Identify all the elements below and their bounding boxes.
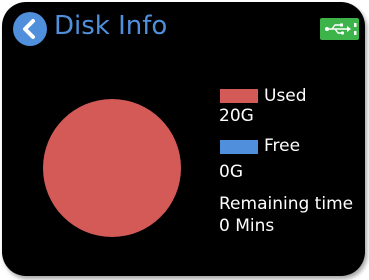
back-arrow-icon	[23, 19, 35, 39]
used-legend-label: Used	[264, 86, 307, 106]
remaining-time-label: Remaining time	[219, 194, 354, 214]
device-frame: Disk Info Used 20G Free 0G Remaining tim…	[0, 0, 369, 280]
free-value: 0G	[219, 162, 243, 182]
pie-slice-used	[43, 99, 181, 237]
disk-usage-pie-chart	[43, 99, 181, 237]
back-button[interactable]	[13, 12, 47, 46]
used-legend-swatch	[220, 89, 258, 103]
disk-info-screen: Disk Info Used 20G Free 0G Remaining tim…	[2, 2, 365, 276]
usb-connected-icon	[325, 23, 357, 35]
remaining-time-value: 0 Mins	[219, 216, 275, 236]
free-legend-swatch	[220, 140, 258, 154]
usb-status-badge	[320, 18, 359, 40]
free-legend-label: Free	[264, 136, 301, 156]
used-value: 20G	[219, 106, 254, 126]
page-title: Disk Info	[54, 11, 168, 41]
